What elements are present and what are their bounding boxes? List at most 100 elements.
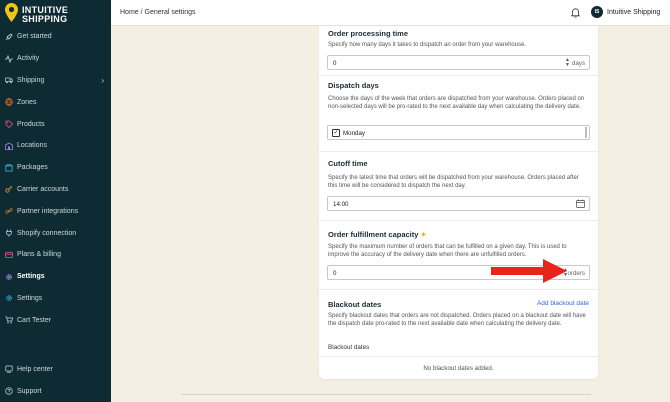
sidebar-nav: Get started Activity Shipping › Zones Pr…	[0, 26, 111, 331]
selected-day: Monday	[343, 129, 366, 137]
add-blackout-date-link[interactable]: Add blackout date	[537, 300, 589, 307]
sidebar-item-settings-active[interactable]: Settings	[0, 266, 111, 288]
section-description: Choose the days of the week that orders …	[328, 96, 585, 111]
sidebar-item-label: Plans & billing	[17, 251, 61, 259]
card-icon	[4, 250, 13, 259]
brand-logo[interactable]: INTUITIVE SHIPPING	[5, 3, 109, 25]
sparkle-icon: ✦	[420, 232, 427, 239]
sidebar-item-get-started[interactable]: Get started	[0, 26, 111, 48]
support-icon	[4, 387, 13, 396]
sidebar-item-shipping[interactable]: Shipping ›	[0, 70, 111, 92]
tag-icon	[4, 120, 13, 129]
sidebar-item-cart-tester[interactable]: Cart Tester	[0, 309, 111, 331]
divider	[319, 75, 598, 76]
annotation-arrow-icon	[491, 259, 567, 283]
capacity-section: Order fulfillment capacity ✦ Specify the …	[319, 230, 598, 259]
brand-name-line2: SHIPPING	[22, 14, 68, 24]
gear-icon	[4, 272, 13, 281]
key-icon	[4, 185, 13, 194]
sidebar-item-label: Settings	[17, 294, 43, 302]
avatar[interactable]: IS	[591, 6, 603, 18]
cutoff-time-input[interactable]: 14:00	[327, 196, 590, 211]
location-pin-icon	[5, 3, 18, 22]
account-name[interactable]: Intuitive Shipping	[607, 9, 660, 16]
box-icon	[4, 163, 13, 172]
sidebar-item-label: Zones	[17, 98, 37, 106]
section-title: Order fulfillment capacity ✦	[328, 230, 589, 239]
dispatch-days-section: Dispatch days Choose the days of the wee…	[319, 81, 598, 111]
divider	[319, 151, 598, 152]
sidebar-item-label: Shopify connection	[17, 229, 77, 237]
sidebar-item-label: Packages	[17, 164, 48, 172]
rocket-icon	[4, 32, 13, 41]
sidebar: INTUITIVE SHIPPING Get started Activity …	[0, 0, 111, 402]
section-title: Order processing time	[328, 29, 409, 38]
gear-icon	[4, 294, 13, 303]
sidebar-item-activity[interactable]: Activity	[0, 48, 111, 70]
blackout-empty-message: No blackout dates added.	[423, 365, 494, 372]
sidebar-item-label: Products	[17, 120, 45, 128]
truck-icon	[4, 76, 13, 85]
sidebar-item-plans-billing[interactable]: Plans & billing	[0, 244, 111, 266]
sidebar-item-label: Settings	[17, 273, 45, 281]
dispatch-days-select[interactable]: ✓ Monday	[327, 125, 590, 140]
cutoff-section: Cutoff time Specify the latest time that…	[319, 159, 598, 190]
divider	[319, 356, 598, 357]
section-description: Specify how many days it takes to dispat…	[328, 42, 527, 48]
input-value: 0	[333, 59, 337, 67]
order-processing-section: Order processing time Specify how many d…	[319, 29, 598, 49]
divider	[319, 220, 598, 221]
calendar-icon[interactable]	[576, 199, 585, 208]
sidebar-item-settings[interactable]: Settings	[0, 288, 111, 310]
building-icon	[4, 141, 13, 150]
breadcrumb[interactable]: Home / General settings	[120, 9, 195, 16]
sidebar-item-label: Activity	[17, 55, 40, 63]
footer-divider	[181, 394, 591, 395]
sidebar-item-carrier-accounts[interactable]: Carrier accounts	[0, 179, 111, 201]
divider	[319, 289, 598, 290]
link-icon	[4, 207, 13, 216]
sidebar-item-support[interactable]: Support	[0, 380, 111, 402]
plug-icon	[4, 229, 13, 238]
sidebar-item-label: Shipping	[17, 76, 45, 84]
settings-card: Order processing time Specify how many d…	[319, 26, 598, 379]
sidebar-item-partner-integrations[interactable]: Partner integrations	[0, 200, 111, 222]
section-title: Dispatch days	[328, 81, 379, 90]
section-title: Cutoff time	[328, 159, 368, 168]
checkbox-checked-icon[interactable]: ✓	[332, 129, 340, 137]
cart-icon	[4, 316, 13, 325]
input-unit: days	[571, 59, 585, 67]
sidebar-item-label: Support	[17, 387, 42, 395]
sidebar-item-label: Locations	[17, 142, 47, 150]
sidebar-item-packages[interactable]: Packages	[0, 157, 111, 179]
sidebar-item-zones[interactable]: Zones	[0, 91, 111, 113]
sidebar-item-label: Carrier accounts	[17, 185, 69, 193]
sidebar-item-locations[interactable]: Locations	[0, 135, 111, 157]
input-value: 0	[333, 269, 337, 277]
section-title-text: Order fulfillment capacity	[328, 230, 419, 239]
topbar: Home / General settings IS Intuitive Shi…	[111, 0, 670, 26]
scrollbar[interactable]	[585, 127, 587, 138]
blackout-list-label: Blackout dates	[328, 344, 370, 351]
blackout-section: Blackout dates Add blackout date Specify…	[319, 300, 598, 328]
sidebar-item-label: Partner integrations	[17, 207, 79, 215]
order-processing-input[interactable]: 0 ▲ ▼ days	[327, 55, 590, 70]
sidebar-item-shopify-connection[interactable]: Shopify connection	[0, 222, 111, 244]
input-unit: orders	[567, 269, 585, 277]
sidebar-item-label: Cart Tester	[17, 316, 52, 324]
sidebar-item-help-center[interactable]: Help center	[0, 358, 111, 380]
globe-icon	[4, 98, 13, 107]
section-description: Specify blackout dates that orders are n…	[328, 313, 586, 328]
bell-icon[interactable]	[570, 7, 581, 18]
input-value: 14:00	[333, 200, 349, 208]
help-icon	[4, 365, 13, 374]
sidebar-item-label: Get started	[17, 33, 52, 41]
chevron-right-icon: ›	[101, 75, 104, 85]
activity-icon	[4, 54, 13, 63]
sidebar-item-label: Help center	[17, 365, 53, 373]
sidebar-item-products[interactable]: Products	[0, 113, 111, 135]
sidebar-bottom-nav: Help center Support	[0, 358, 111, 402]
blackout-list-header: Blackout dates	[319, 344, 598, 351]
stepper-icon[interactable]: ▲ ▼	[565, 58, 570, 68]
section-description: Specify the latest time that orders will…	[328, 175, 579, 190]
